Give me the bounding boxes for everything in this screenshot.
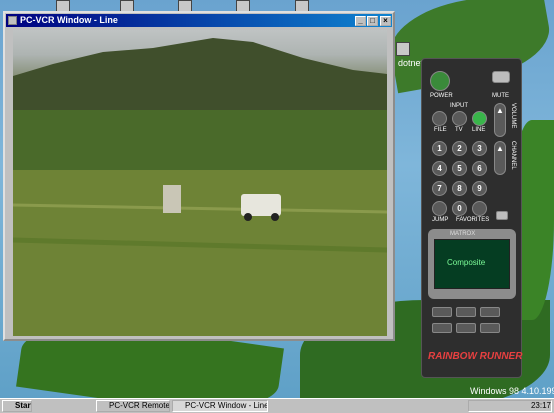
display-button[interactable] <box>496 211 508 220</box>
tv-label: TV <box>455 127 463 133</box>
volume-label: Volume <box>510 103 516 129</box>
taskbar-item-label: PC-VCR Window - Line <box>185 401 268 410</box>
record-button[interactable] <box>480 323 500 333</box>
input-label: INPUT <box>450 103 468 109</box>
favorites-button[interactable] <box>472 201 487 216</box>
mute-label: MUTE <box>492 93 509 99</box>
maximize-button[interactable]: □ <box>367 16 378 26</box>
power-label: POWER <box>430 93 453 99</box>
line-input-button[interactable] <box>472 111 487 126</box>
volume-rocker[interactable]: ▲ <box>494 103 506 137</box>
favorites-label: FAVORITES <box>456 217 490 223</box>
digit-button-1[interactable]: 1 <box>432 141 447 156</box>
clock[interactable]: 23:17 <box>531 401 551 410</box>
digit-button-6[interactable]: 6 <box>472 161 487 176</box>
digit-button-2[interactable]: 2 <box>452 141 467 156</box>
windows-version-text: Windows 98 4.10.1998 <box>470 386 554 396</box>
line-label: LINE <box>472 127 486 133</box>
jump-label: JUMP <box>432 217 449 223</box>
taskbar-item-pcvcr-remote[interactable]: PC-VCR Remote <box>96 400 170 412</box>
input-source-text: Composite <box>447 258 486 267</box>
power-button[interactable] <box>430 71 450 91</box>
digit-button-0[interactable]: 0 <box>452 201 467 216</box>
video-frame-image <box>13 38 387 336</box>
file-label: FILE <box>434 127 447 133</box>
rainbow-runner-logo: RAINBOW Runner <box>428 351 523 362</box>
mute-button[interactable] <box>492 71 510 83</box>
digit-button-4[interactable]: 4 <box>432 161 447 176</box>
jump-button[interactable] <box>432 201 447 216</box>
channel-up-icon: ▲ <box>496 144 504 153</box>
channel-rocker[interactable]: ▲ <box>494 141 506 175</box>
fast-forward-button[interactable] <box>480 307 500 317</box>
start-label: Start <box>15 401 32 410</box>
digit-button-5[interactable]: 5 <box>452 161 467 176</box>
digit-button-9[interactable]: 9 <box>472 181 487 196</box>
channel-label: Channel <box>510 141 516 170</box>
digit-button-3[interactable]: 3 <box>472 141 487 156</box>
video-window[interactable]: PC-VCR Window - Line _ □ × <box>3 11 395 341</box>
video-display <box>13 30 387 336</box>
taskbar: Start PC-VCR Remote PC-VCR Window - Line… <box>0 398 554 413</box>
rewind-button[interactable] <box>432 307 452 317</box>
digit-button-7[interactable]: 7 <box>432 181 447 196</box>
close-button[interactable]: × <box>380 16 391 26</box>
remote-screen: Composite <box>434 239 510 289</box>
taskbar-item-label: PC-VCR Remote <box>109 401 170 410</box>
brand-label: MATROX <box>450 231 476 237</box>
start-button[interactable]: Start <box>2 400 32 412</box>
system-tray: 23:17 <box>468 400 552 412</box>
digit-button-8[interactable]: 8 <box>452 181 467 196</box>
taskbar-item-pcvcr-window[interactable]: PC-VCR Window - Line <box>172 400 268 412</box>
video-window-titlebar[interactable]: PC-VCR Window - Line _ □ × <box>6 14 392 27</box>
pause-button[interactable] <box>456 323 476 333</box>
tv-input-button[interactable] <box>452 111 467 126</box>
stop-button[interactable] <box>432 323 452 333</box>
play-button[interactable] <box>456 307 476 317</box>
volume-up-icon: ▲ <box>496 106 504 115</box>
file-input-button[interactable] <box>432 111 447 126</box>
app-icon <box>8 16 17 25</box>
minimize-button[interactable]: _ <box>355 16 366 26</box>
video-window-title: PC-VCR Window - Line <box>20 15 118 25</box>
desktop-file-icon[interactable] <box>396 42 410 56</box>
pc-vcr-remote[interactable]: POWER MUTE INPUT FILE TV LINE ▲ Volume ▲… <box>421 58 522 378</box>
